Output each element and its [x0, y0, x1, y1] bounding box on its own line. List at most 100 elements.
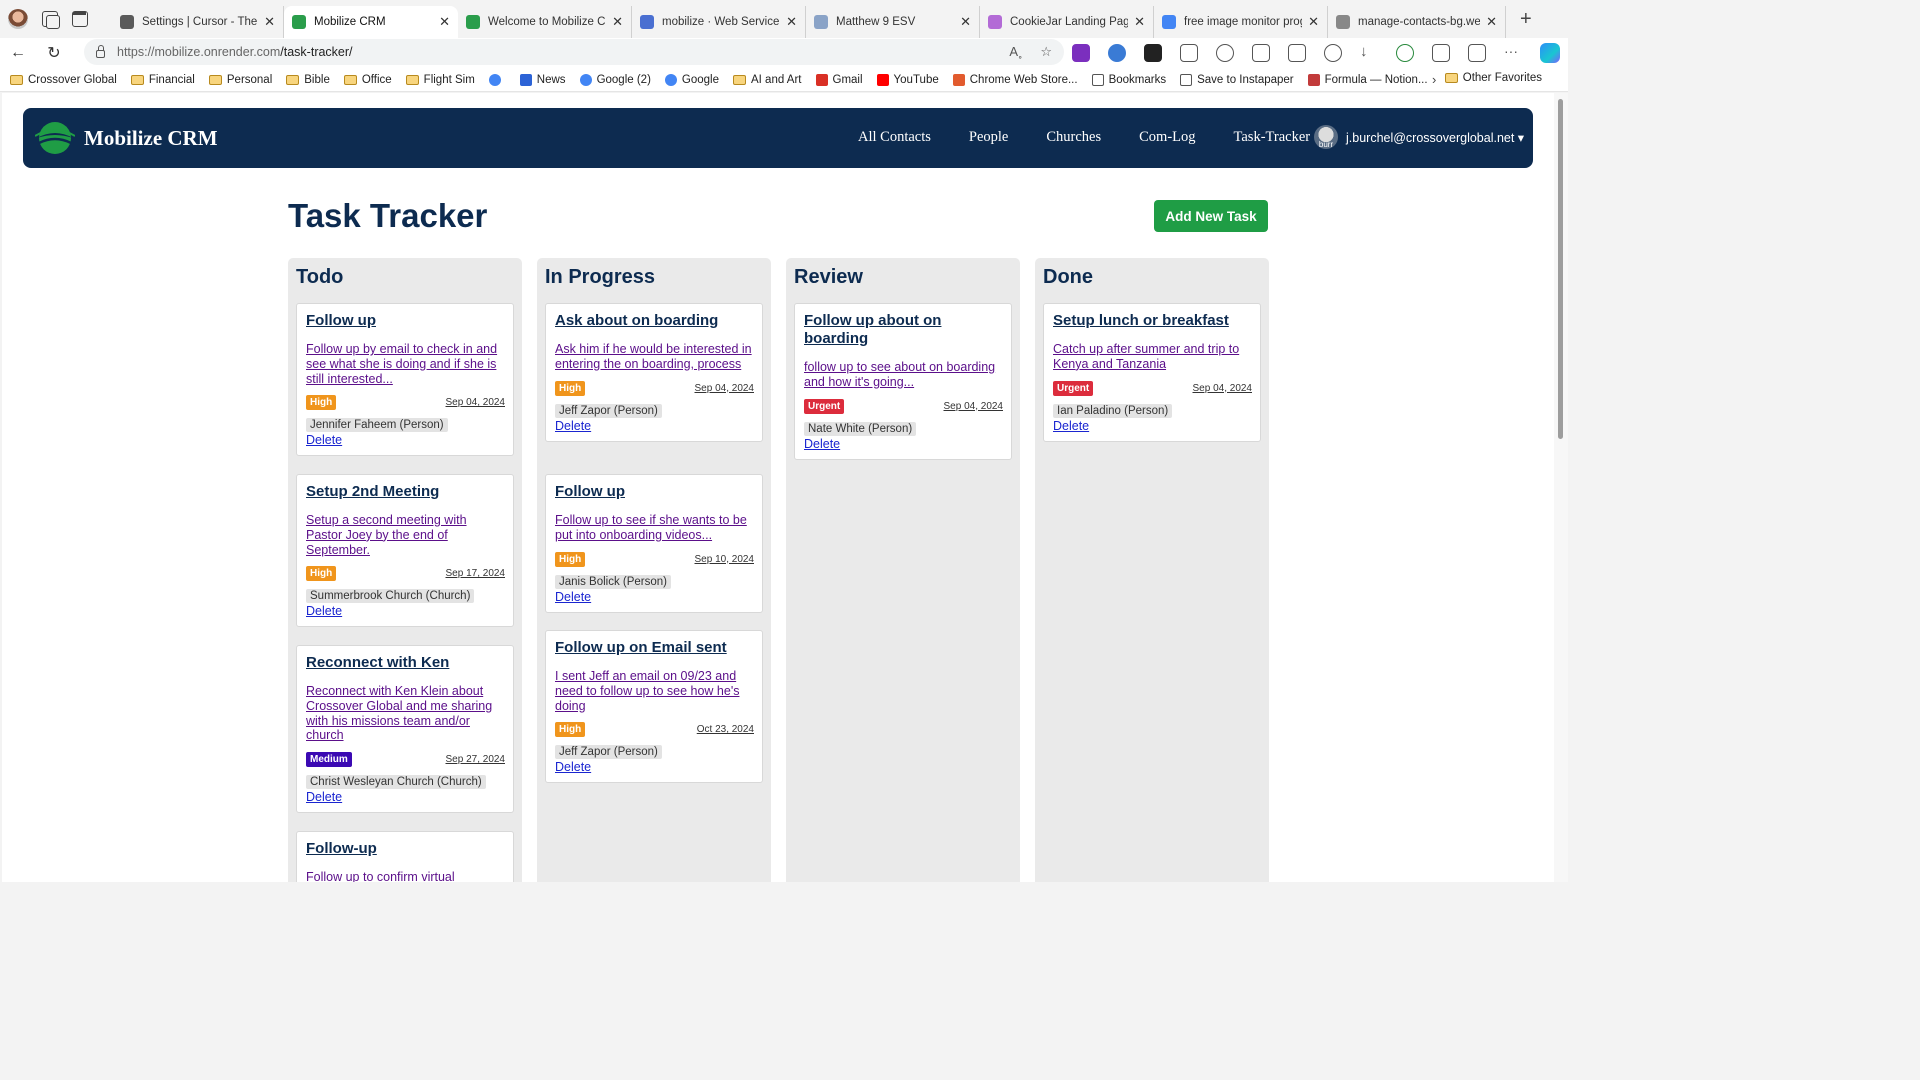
- bookmark-item[interactable]: [488, 73, 506, 86]
- browser-tab[interactable]: Mobilize CRM ✕: [284, 6, 458, 38]
- task-card[interactable]: Follow up on Email sent I sent Jeff an em…: [545, 630, 763, 784]
- address-bar[interactable]: https://mobilize.onrender.com/task-track…: [84, 39, 1064, 65]
- vertical-tabs-icon[interactable]: [72, 11, 88, 27]
- contact-tag[interactable]: Summerbrook Church (Church): [306, 589, 475, 604]
- bookmark-item[interactable]: Formula — Notion...: [1307, 73, 1428, 86]
- bookmark-item[interactable]: Gmail: [815, 73, 863, 86]
- split-screen-icon[interactable]: [1252, 44, 1270, 62]
- bookmark-item[interactable]: Bookmarks: [1091, 73, 1166, 86]
- bookmark-item[interactable]: Flight Sim: [405, 74, 475, 86]
- delete-task-link[interactable]: Delete: [1053, 419, 1252, 433]
- tab-close-icon[interactable]: ✕: [1486, 14, 1497, 30]
- task-description-link[interactable]: Catch up after summer and trip to Kenya …: [1053, 342, 1252, 372]
- bookmark-item[interactable]: Crossover Global: [10, 74, 117, 86]
- task-description-link[interactable]: follow up to see about on boarding and h…: [804, 360, 1003, 390]
- contact-tag[interactable]: Jennifer Faheem (Person): [306, 418, 448, 433]
- contact-tag[interactable]: Christ Wesleyan Church (Church): [306, 775, 486, 790]
- delete-task-link[interactable]: Delete: [804, 437, 1003, 451]
- task-title-link[interactable]: Follow up about on boarding: [804, 312, 1003, 348]
- onenote-icon[interactable]: [1072, 44, 1090, 62]
- task-description-link[interactable]: Setup a second meeting with Pastor Joey …: [306, 513, 505, 557]
- scrollbar-thumb[interactable]: [1558, 99, 1563, 439]
- extension-blue-icon[interactable]: [1108, 44, 1126, 62]
- nav-task-tracker[interactable]: Task-Tracker: [1234, 129, 1311, 146]
- tab-close-icon[interactable]: ✕: [1134, 14, 1145, 30]
- nav-churches[interactable]: Churches: [1046, 129, 1101, 146]
- task-description-link[interactable]: Follow up to confirm virtual: [306, 870, 505, 882]
- tab-close-icon[interactable]: ✕: [612, 14, 623, 30]
- browser-tab[interactable]: manage-contacts-bg.webp ✕: [1328, 6, 1506, 38]
- more-menu-icon[interactable]: ···: [1504, 44, 1522, 62]
- delete-task-link[interactable]: Delete: [555, 760, 754, 774]
- bookmark-item[interactable]: Financial: [130, 74, 195, 86]
- back-icon[interactable]: ←: [0, 44, 36, 62]
- task-title-link[interactable]: Setup 2nd Meeting: [306, 483, 505, 501]
- tab-close-icon[interactable]: ✕: [786, 14, 797, 30]
- copilot-icon[interactable]: [1540, 43, 1560, 63]
- bookmark-item[interactable]: Bible: [286, 74, 330, 86]
- bookmark-item[interactable]: YouTube: [876, 73, 939, 86]
- task-description-link[interactable]: Follow up to see if she wants to be put …: [555, 513, 754, 543]
- tab-close-icon[interactable]: ✕: [960, 14, 971, 30]
- task-card[interactable]: Follow-up Follow up to confirm virtual: [296, 831, 514, 882]
- extension-copy-icon[interactable]: [1180, 44, 1198, 62]
- contact-tag[interactable]: Jeff Zapor (Person): [555, 403, 662, 418]
- url-text[interactable]: https://mobilize.onrender.com/task-track…: [117, 45, 353, 59]
- delete-task-link[interactable]: Delete: [306, 790, 505, 804]
- task-card[interactable]: Follow up about on boarding follow up to …: [794, 303, 1012, 460]
- browser-tab[interactable]: CookieJar Landing Page In ✕: [980, 6, 1154, 38]
- extensions-puzzle-icon[interactable]: [1216, 44, 1234, 62]
- delete-task-link[interactable]: Delete: [306, 604, 505, 618]
- favorite-star-icon[interactable]: ☆: [1040, 44, 1052, 60]
- user-menu[interactable]: burr j.burchel@crossoverglobal.net ▾: [1314, 125, 1524, 149]
- other-favorites[interactable]: Other Favorites: [1444, 72, 1542, 84]
- browser-tab[interactable]: Matthew 9 ESV ✕: [806, 6, 980, 38]
- task-title-link[interactable]: Reconnect with Ken: [306, 654, 505, 672]
- mobilize-logo-icon[interactable]: [35, 120, 75, 156]
- task-card[interactable]: Setup 2nd Meeting Setup a second meeting …: [296, 474, 514, 628]
- task-title-link[interactable]: Follow up: [306, 312, 505, 330]
- browser-tab[interactable]: mobilize · Web Service · ✕: [632, 6, 806, 38]
- nav-com-log[interactable]: Com-Log: [1139, 129, 1195, 146]
- due-date[interactable]: Sep 27, 2024: [446, 754, 506, 765]
- task-card[interactable]: Reconnect with Ken Reconnect with Ken Kle…: [296, 645, 514, 814]
- profile-avatar-icon[interactable]: [8, 9, 28, 29]
- bookmark-item[interactable]: Google: [664, 73, 719, 86]
- due-date[interactable]: Sep 10, 2024: [695, 554, 755, 565]
- collections-icon[interactable]: [42, 11, 60, 29]
- lock-icon[interactable]: [96, 45, 105, 58]
- bookmark-item[interactable]: Google (2): [579, 73, 651, 86]
- refresh-icon[interactable]: ↻: [36, 43, 72, 63]
- delete-task-link[interactable]: Delete: [555, 419, 754, 433]
- contact-tag[interactable]: Jeff Zapor (Person): [555, 745, 662, 760]
- delete-task-link[interactable]: Delete: [555, 590, 754, 604]
- task-title-link[interactable]: Setup lunch or breakfast: [1053, 312, 1252, 330]
- delete-task-link[interactable]: Delete: [306, 433, 505, 447]
- history-icon[interactable]: [1324, 44, 1342, 62]
- due-date[interactable]: Sep 04, 2024: [944, 401, 1004, 412]
- contact-tag[interactable]: Ian Paladino (Person): [1053, 403, 1173, 418]
- collections-toolbar-icon[interactable]: [1288, 44, 1306, 62]
- task-title-link[interactable]: Follow up: [555, 483, 754, 501]
- brand-name[interactable]: Mobilize CRM: [84, 126, 218, 151]
- task-title-link[interactable]: Follow up on Email sent: [555, 639, 754, 657]
- contact-tag[interactable]: Nate White (Person): [804, 421, 917, 436]
- bookmark-item[interactable]: News: [519, 73, 566, 86]
- contact-tag[interactable]: Janis Bolick (Person): [555, 574, 672, 589]
- task-description-link[interactable]: Reconnect with Ken Klein about Crossover…: [306, 684, 505, 743]
- task-title-link[interactable]: Ask about on boarding: [555, 312, 754, 330]
- browser-tab[interactable]: Welcome to Mobilize CRM ✕: [458, 6, 632, 38]
- share-icon[interactable]: [1468, 44, 1486, 62]
- task-title-link[interactable]: Follow-up: [306, 840, 505, 858]
- bookmark-item[interactable]: Chrome Web Store...: [952, 73, 1078, 86]
- browser-tab[interactable]: free image monitor progre ✕: [1154, 6, 1328, 38]
- browser-tab[interactable]: Settings | Cursor - The AI- ✕: [112, 6, 284, 38]
- task-card[interactable]: Ask about on boarding Ask him if he would…: [545, 303, 763, 442]
- task-card[interactable]: Setup lunch or breakfast Catch up after s…: [1043, 303, 1261, 442]
- nav-all-contacts[interactable]: All Contacts: [858, 129, 931, 146]
- read-aloud-icon[interactable]: A˳: [1009, 44, 1022, 60]
- tab-close-icon[interactable]: ✕: [1308, 14, 1319, 30]
- due-date[interactable]: Sep 04, 2024: [446, 397, 506, 408]
- tab-close-icon[interactable]: ✕: [439, 14, 450, 30]
- task-description-link[interactable]: Ask him if he would be interested in ent…: [555, 342, 754, 372]
